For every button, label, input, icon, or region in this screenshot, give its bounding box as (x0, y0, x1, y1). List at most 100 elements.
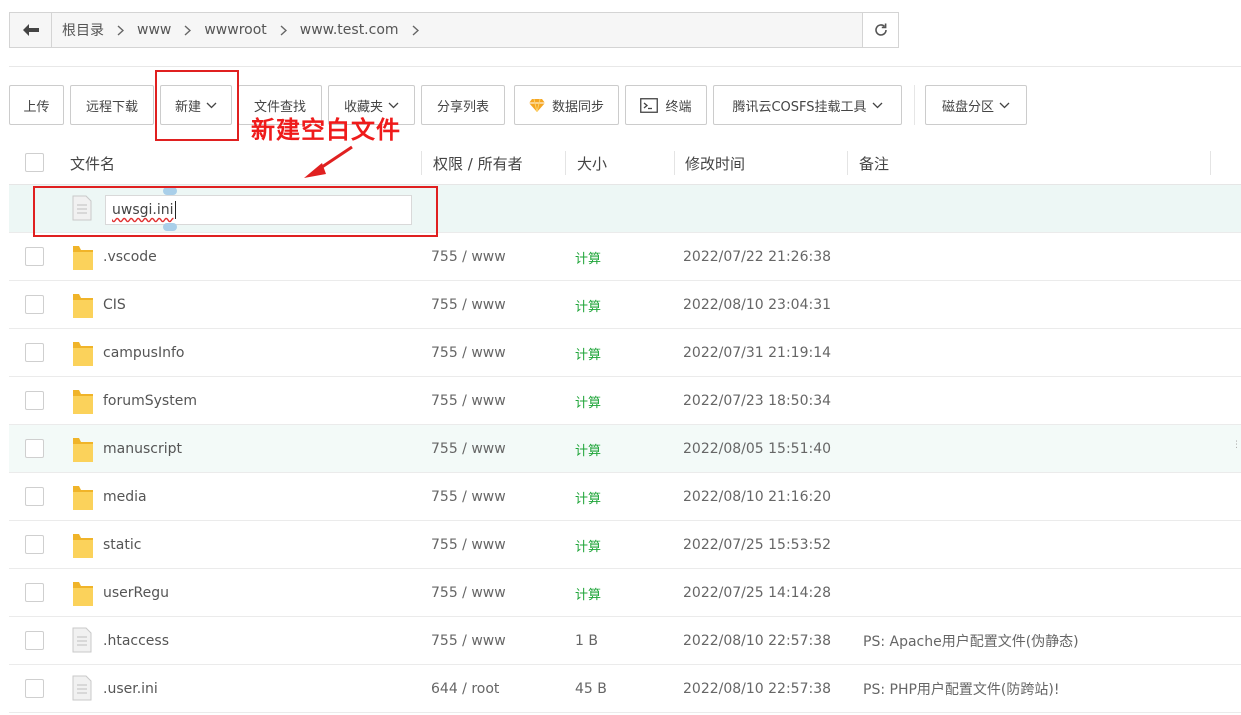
folder-icon (72, 387, 94, 419)
calculate-size-link[interactable]: 计算 (575, 473, 601, 521)
row-checkbox[interactable] (25, 391, 44, 410)
cosfs-label: 腾讯云COSFS挂载工具 (732, 99, 867, 115)
table-header: 文件名 权限 / 所有者 大小 修改时间 备注 (9, 141, 1241, 185)
terminal-button[interactable]: 终端 (625, 85, 707, 125)
table-row[interactable]: static 755 / www 计算 2022/07/25 15:53:52 (9, 521, 1241, 569)
upload-button[interactable]: 上传 (9, 85, 64, 125)
table-row[interactable]: .htaccess 755 / www 1 B 2022/08/10 22:57:38… (9, 617, 1241, 665)
file-name[interactable]: .user.ini (103, 665, 158, 713)
calculate-size-link[interactable]: 计算 (575, 569, 601, 617)
file-name[interactable]: userRegu (103, 569, 169, 617)
column-note[interactable]: 备注 (859, 141, 889, 185)
file-name[interactable]: forumSystem (103, 377, 197, 425)
refresh-button[interactable] (862, 13, 898, 47)
file-name[interactable]: campusInfo (103, 329, 184, 377)
select-all-checkbox[interactable] (25, 153, 44, 172)
breadcrumb-item-root[interactable]: 根目录 (62, 20, 104, 40)
row-checkbox[interactable] (25, 295, 44, 314)
column-name[interactable]: 文件名 (70, 141, 115, 185)
calculate-size-link[interactable]: 计算 (575, 281, 601, 329)
breadcrumb-path: 根目录 www wwwroot www.test.com (52, 13, 862, 47)
file-permission[interactable]: 755 / www (431, 329, 506, 377)
table-row[interactable]: .vscode 755 / www 计算 2022/07/22 21:26:38 (9, 233, 1241, 281)
file-note[interactable]: PS: PHP用户配置文件(防跨站)! (863, 665, 1059, 713)
folder-icon (72, 483, 94, 515)
chevron-right-icon (412, 24, 419, 36)
column-mtime[interactable]: 修改时间 (685, 141, 745, 185)
file-mtime: 2022/07/31 21:19:14 (683, 345, 832, 361)
row-checkbox[interactable] (25, 583, 44, 602)
table-row[interactable]: media 755 / www 计算 2022/08/10 21:16:20 (9, 473, 1241, 521)
folder-icon (72, 579, 94, 611)
file-name[interactable]: media (103, 473, 147, 521)
disk-partition-button[interactable]: 磁盘分区 (925, 85, 1027, 125)
file-permission[interactable]: 755 / www (431, 233, 506, 281)
file-mtime: 2022/08/10 22:57:38 (683, 633, 832, 649)
row-checkbox[interactable] (25, 487, 44, 506)
back-button[interactable] (10, 13, 52, 47)
cosfs-button[interactable]: 腾讯云COSFS挂载工具 (713, 85, 902, 125)
column-perm[interactable]: 权限 / 所有者 (433, 141, 523, 185)
file-name[interactable]: static (103, 521, 141, 569)
file-name[interactable]: .htaccess (103, 617, 169, 665)
file-permission[interactable]: 755 / www (431, 281, 506, 329)
calculate-size-link[interactable]: 计算 (575, 329, 601, 377)
table-row[interactable]: campusInfo 755 / www 计算 2022/07/31 21:19:14 (9, 329, 1241, 377)
file-permission[interactable]: 755 / www (431, 425, 506, 473)
file-mtime: 2022/07/22 21:26:38 (683, 249, 832, 265)
breadcrumb-item-site[interactable]: www.test.com (300, 22, 399, 38)
resize-handle-icon[interactable]: ⋮ (1232, 440, 1241, 450)
refresh-icon (874, 23, 887, 36)
calculate-size-link[interactable]: 计算 (575, 521, 601, 569)
column-divider (421, 151, 422, 175)
column-divider (847, 151, 848, 175)
file-permission[interactable]: 644 / root (431, 665, 499, 713)
row-checkbox[interactable] (25, 343, 44, 362)
terminal-label: 终端 (665, 99, 692, 115)
file-name[interactable]: CIS (103, 281, 126, 329)
file-permission[interactable]: 755 / www (431, 473, 506, 521)
table-row[interactable]: forumSystem 755 / www 计算 2022/07/23 18:50:3… (9, 377, 1241, 425)
chevron-down-icon (388, 102, 399, 109)
folder-icon (72, 435, 94, 467)
row-checkbox[interactable] (25, 631, 44, 650)
calculate-size-link[interactable]: 计算 (575, 425, 601, 473)
calculate-size-link[interactable]: 计算 (575, 233, 601, 281)
row-checkbox[interactable] (25, 439, 44, 458)
calculate-size-link[interactable]: 计算 (575, 377, 601, 425)
breadcrumb-item-wwwroot[interactable]: wwwroot (204, 22, 266, 38)
row-checkbox[interactable] (25, 247, 44, 266)
file-permission[interactable]: 755 / www (431, 377, 506, 425)
row-checkbox[interactable] (25, 679, 44, 698)
breadcrumb: 根目录 www wwwroot www.test.com (9, 12, 899, 48)
share-list-button[interactable]: 分享列表 (421, 85, 505, 125)
remote-download-button[interactable]: 远程下载 (70, 85, 154, 125)
chevron-right-icon (184, 24, 192, 36)
table-row[interactable]: .user.ini 644 / root 45 B 2022/08/10 22:57:… (9, 665, 1241, 713)
data-sync-button[interactable]: 数据同步 (514, 85, 619, 125)
chevron-right-icon (280, 24, 287, 36)
file-note[interactable]: PS: Apache用户配置文件(伪静态) (863, 617, 1079, 665)
annotation-highlight-input (33, 186, 438, 237)
data-sync-label: 数据同步 (551, 99, 604, 115)
file-name[interactable]: .vscode (103, 233, 157, 281)
column-size[interactable]: 大小 (577, 141, 607, 185)
chevron-down-icon (999, 102, 1010, 109)
terminal-icon (640, 97, 659, 113)
upload-label: 上传 (23, 99, 50, 115)
table-row[interactable]: CIS 755 / www 计算 2022/08/10 23:04:31 (9, 281, 1241, 329)
folder-icon (72, 243, 94, 275)
row-checkbox[interactable] (25, 535, 44, 554)
annotation-arrow-icon (304, 145, 353, 178)
table-row[interactable]: userRegu 755 / www 计算 2022/07/25 14:14:28 (9, 569, 1241, 617)
file-permission[interactable]: 755 / www (431, 617, 506, 665)
table-row[interactable]: manuscript 755 / www 计算 2022/08/05 15:51:40 (9, 425, 1241, 473)
breadcrumb-item-www[interactable]: www (137, 22, 171, 38)
file-name[interactable]: manuscript (103, 425, 182, 473)
divider (9, 66, 1241, 67)
disk-partition-label: 磁盘分区 (941, 99, 994, 115)
file-permission[interactable]: 755 / www (431, 521, 506, 569)
file-permission[interactable]: 755 / www (431, 569, 506, 617)
column-divider (1210, 151, 1211, 175)
diamond-icon (528, 98, 545, 112)
